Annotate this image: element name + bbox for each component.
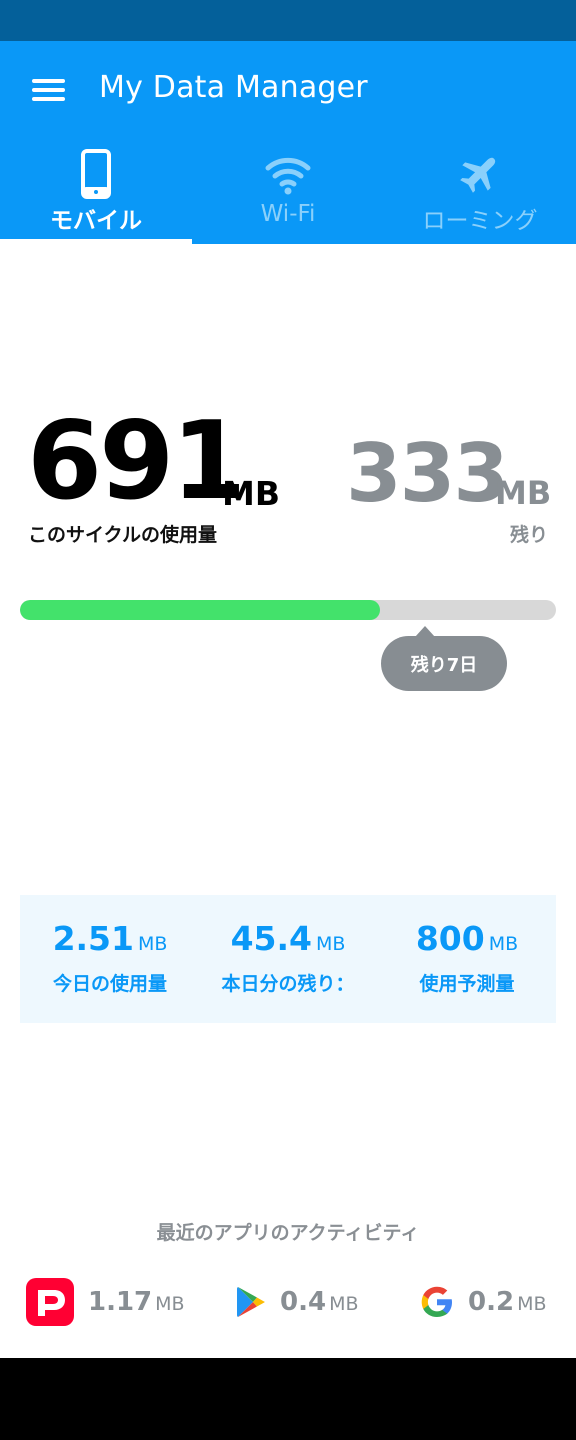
usage-progress-fill <box>20 600 381 620</box>
google-play-icon <box>237 1287 265 1317</box>
stat-value: 45.4 MB <box>230 919 346 958</box>
remaining-data-value: 333 <box>346 427 509 520</box>
status-bar <box>0 0 576 41</box>
tab-active-indicator <box>0 239 192 244</box>
tab-label: ローミング <box>422 208 538 234</box>
menu-icon-line <box>32 88 65 92</box>
tab-label: モバイル <box>50 208 142 234</box>
app-usage-google[interactable]: 0.2 MB <box>420 1276 547 1328</box>
stat-label: 今日の使用量 <box>52 973 167 995</box>
app-bar: My Data Manager モバイル Wi-Fi ローミング <box>0 41 576 244</box>
used-data-label: このサイクルの使用量 <box>28 524 218 546</box>
google-icon <box>421 1286 452 1317</box>
stat-value: 2.51 MB <box>52 919 168 958</box>
stat-today-usage: 2.51 MB 今日の使用量 <box>20 895 200 1023</box>
stat-value: 800 MB <box>415 919 519 958</box>
daily-stats-panel: 2.51 MB 今日の使用量 45.4 MB 本日分の残り： 800 MB 使用予測量 <box>20 895 556 1023</box>
menu-button[interactable] <box>28 75 70 105</box>
wifi-icon <box>265 157 311 195</box>
app-usage-amount: 1.17 MB <box>88 1287 185 1317</box>
app-usage-paypay[interactable]: 1.17 MB <box>26 1276 185 1328</box>
tab-label: Wi-Fi <box>260 201 316 227</box>
airplane-icon <box>460 157 496 193</box>
remaining-data-unit: MB <box>495 474 552 512</box>
app-usage-google-play[interactable]: 0.4 MB <box>236 1276 359 1328</box>
app-title: My Data Manager <box>99 70 368 105</box>
system-navigation-bar <box>0 1358 576 1440</box>
tab-wifi[interactable]: Wi-Fi <box>192 141 384 244</box>
remaining-data-label: 残り <box>509 524 548 546</box>
paypay-icon <box>26 1278 74 1326</box>
usage-progress-bar <box>20 600 556 620</box>
app-usage-amount: 0.4 MB <box>280 1287 359 1317</box>
menu-icon-line <box>32 79 65 83</box>
menu-icon-line <box>32 97 65 101</box>
phone-icon <box>81 149 111 199</box>
used-data-unit: MB <box>222 474 280 513</box>
used-data-value: 691 <box>27 399 246 524</box>
app-activity-title: 最近のアプリのアクティビティ <box>156 1222 420 1244</box>
days-remaining-tooltip: 残り7日 <box>381 626 507 691</box>
tab-mobile[interactable]: モバイル <box>0 141 192 244</box>
tab-roaming[interactable]: ローミング <box>384 141 576 244</box>
stat-label: 使用予測量 <box>419 973 515 995</box>
stat-label: 本日分の残り： <box>221 973 355 995</box>
stat-today-remaining: 45.4 MB 本日分の残り： <box>198 895 378 1023</box>
stat-projected-usage: 800 MB 使用予測量 <box>377 895 557 1023</box>
app-usage-amount: 0.2 MB <box>468 1287 547 1317</box>
